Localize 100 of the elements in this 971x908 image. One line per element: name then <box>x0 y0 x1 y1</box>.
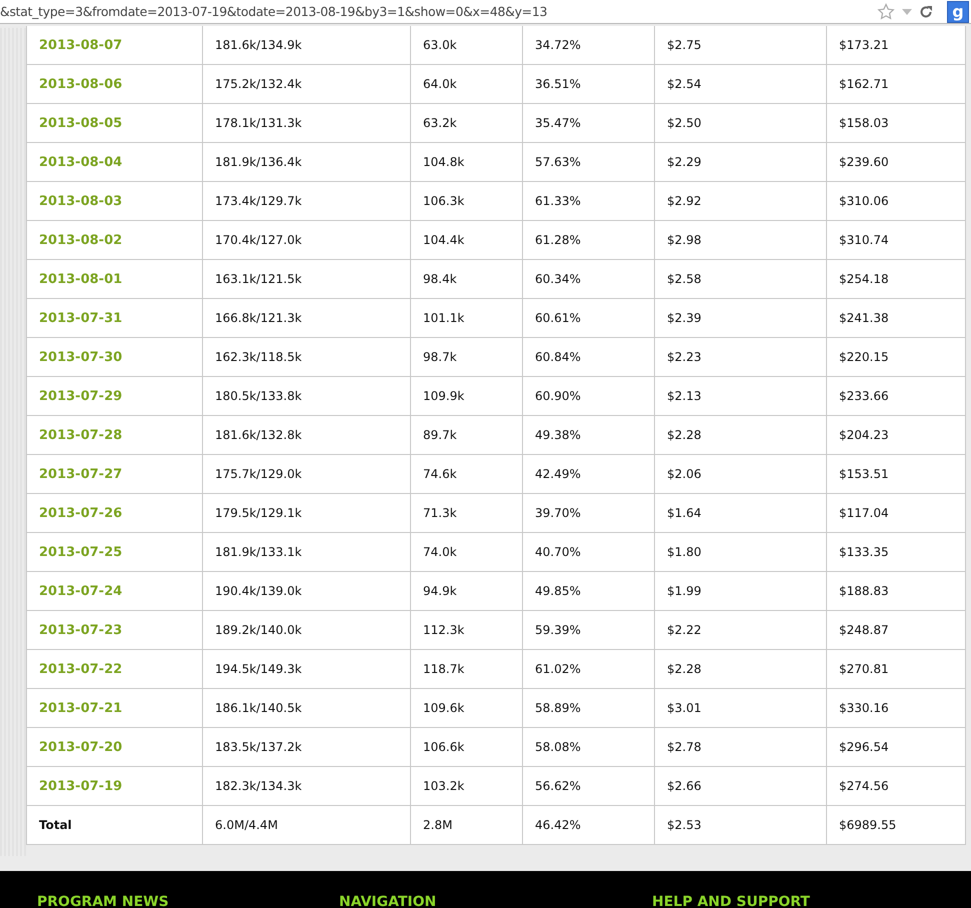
date-cell: 2013-07-25 <box>26 532 202 572</box>
table-cell: 49.38% <box>522 416 654 454</box>
date-cell: 2013-07-27 <box>26 454 202 494</box>
table-cell: 71.3k <box>410 494 522 532</box>
table-cell: $1.64 <box>654 494 826 532</box>
table-cell: 98.4k <box>410 260 522 298</box>
table-cell: 60.84% <box>522 338 654 376</box>
table-cell: 182.3k/134.3k <box>202 766 410 806</box>
table-cell: 104.4k <box>410 220 522 260</box>
table-cell: 104.8k <box>410 142 522 182</box>
date-cell: 2013-08-06 <box>26 64 202 104</box>
table-cell: 89.7k <box>410 416 522 454</box>
reload-icon[interactable] <box>919 4 933 18</box>
address-field[interactable]: &stat_type=3&fromdate=2013-07-19&todate=2013-08-19&by3=1&show=0&x=48&y=13 <box>0 4 871 19</box>
date-cell: 2013-08-02 <box>26 220 202 260</box>
table-cell: 58.08% <box>522 728 654 766</box>
table-cell: 190.4k/139.0k <box>202 572 410 610</box>
table-cell: $2.58 <box>654 260 826 298</box>
table-cell: $2.13 <box>654 376 826 416</box>
table-cell: $248.87 <box>826 610 966 650</box>
table-cell: 106.6k <box>410 728 522 766</box>
table-cell: $220.15 <box>826 338 966 376</box>
footer-heading: PROGRAM NEWS <box>37 894 309 908</box>
table-cell: 103.2k <box>410 766 522 806</box>
table-cell: 39.70% <box>522 494 654 532</box>
date-cell: 2013-08-01 <box>26 260 202 298</box>
date-cell: 2013-08-07 <box>26 26 202 64</box>
table-cell: 42.49% <box>522 454 654 494</box>
table-cell: 63.0k <box>410 26 522 64</box>
date-cell: 2013-07-20 <box>26 728 202 766</box>
table-cell: $1.99 <box>654 572 826 610</box>
table-cell: 101.1k <box>410 298 522 338</box>
table-cell: $2.50 <box>654 104 826 142</box>
footer-heading: NAVIGATION <box>339 894 622 908</box>
total-cell: $6989.55 <box>826 806 966 844</box>
date-cell: 2013-07-19 <box>26 766 202 806</box>
table-cell: $254.18 <box>826 260 966 298</box>
table-cell: $296.54 <box>826 728 966 766</box>
table-cell: 98.7k <box>410 338 522 376</box>
table-cell: $162.71 <box>826 64 966 104</box>
table-cell: 49.85% <box>522 572 654 610</box>
table-cell: 57.63% <box>522 142 654 182</box>
table-cell: 163.1k/121.5k <box>202 260 410 298</box>
table-cell: 109.6k <box>410 688 522 728</box>
table-cell: 175.2k/132.4k <box>202 64 410 104</box>
table-cell: 58.89% <box>522 688 654 728</box>
table-cell: 166.8k/121.3k <box>202 298 410 338</box>
table-cell: $3.01 <box>654 688 826 728</box>
table-cell: $2.98 <box>654 220 826 260</box>
table-cell: 94.9k <box>410 572 522 610</box>
table-cell: 162.3k/118.5k <box>202 338 410 376</box>
table-cell: 60.34% <box>522 260 654 298</box>
table-cell: $270.81 <box>826 650 966 688</box>
table-cell: $2.78 <box>654 728 826 766</box>
table-cell: 170.4k/127.0k <box>202 220 410 260</box>
date-cell: 2013-07-24 <box>26 572 202 610</box>
table-cell: 60.61% <box>522 298 654 338</box>
table-cell: 61.33% <box>522 182 654 220</box>
footer-heading: HELP AND SUPPORT <box>652 894 941 908</box>
table-cell: 112.3k <box>410 610 522 650</box>
table-cell: 34.72% <box>522 26 654 64</box>
table-cell: $239.60 <box>826 142 966 182</box>
table-cell: $2.75 <box>654 26 826 64</box>
table-cell: 64.0k <box>410 64 522 104</box>
table-cell: $2.22 <box>654 610 826 650</box>
date-cell: 2013-07-21 <box>26 688 202 728</box>
table-cell: $330.16 <box>826 688 966 728</box>
table-cell: 36.51% <box>522 64 654 104</box>
total-cell: $2.53 <box>654 806 826 844</box>
table-cell: $204.23 <box>826 416 966 454</box>
date-cell: 2013-07-23 <box>26 610 202 650</box>
date-cell: 2013-07-28 <box>26 416 202 454</box>
table-cell: 74.6k <box>410 454 522 494</box>
table-cell: 181.9k/133.1k <box>202 532 410 572</box>
table-cell: $2.29 <box>654 142 826 182</box>
table-cell: 106.3k <box>410 182 522 220</box>
total-cell: 2.8M <box>410 806 522 844</box>
table-cell: 175.7k/129.0k <box>202 454 410 494</box>
table-cell: 109.9k <box>410 376 522 416</box>
table-cell: 61.28% <box>522 220 654 260</box>
table-cell: $173.21 <box>826 26 966 64</box>
star-icon[interactable] <box>877 2 895 20</box>
table-cell: 189.2k/140.0k <box>202 610 410 650</box>
table-cell: 60.90% <box>522 376 654 416</box>
table-cell: 56.62% <box>522 766 654 806</box>
table-cell: $2.54 <box>654 64 826 104</box>
dropdown-icon[interactable] <box>901 6 913 16</box>
table-cell: 118.7k <box>410 650 522 688</box>
table-cell: $2.06 <box>654 454 826 494</box>
table-cell: $310.74 <box>826 220 966 260</box>
table-cell: $241.38 <box>826 298 966 338</box>
table-cell: 181.6k/134.9k <box>202 26 410 64</box>
table-cell: 40.70% <box>522 532 654 572</box>
table-cell: 63.2k <box>410 104 522 142</box>
date-cell: 2013-07-30 <box>26 338 202 376</box>
table-cell: 180.5k/133.8k <box>202 376 410 416</box>
table-cell: $2.92 <box>654 182 826 220</box>
search-button[interactable]: g <box>947 0 969 22</box>
table-cell: $117.04 <box>826 494 966 532</box>
table-cell: $188.83 <box>826 572 966 610</box>
